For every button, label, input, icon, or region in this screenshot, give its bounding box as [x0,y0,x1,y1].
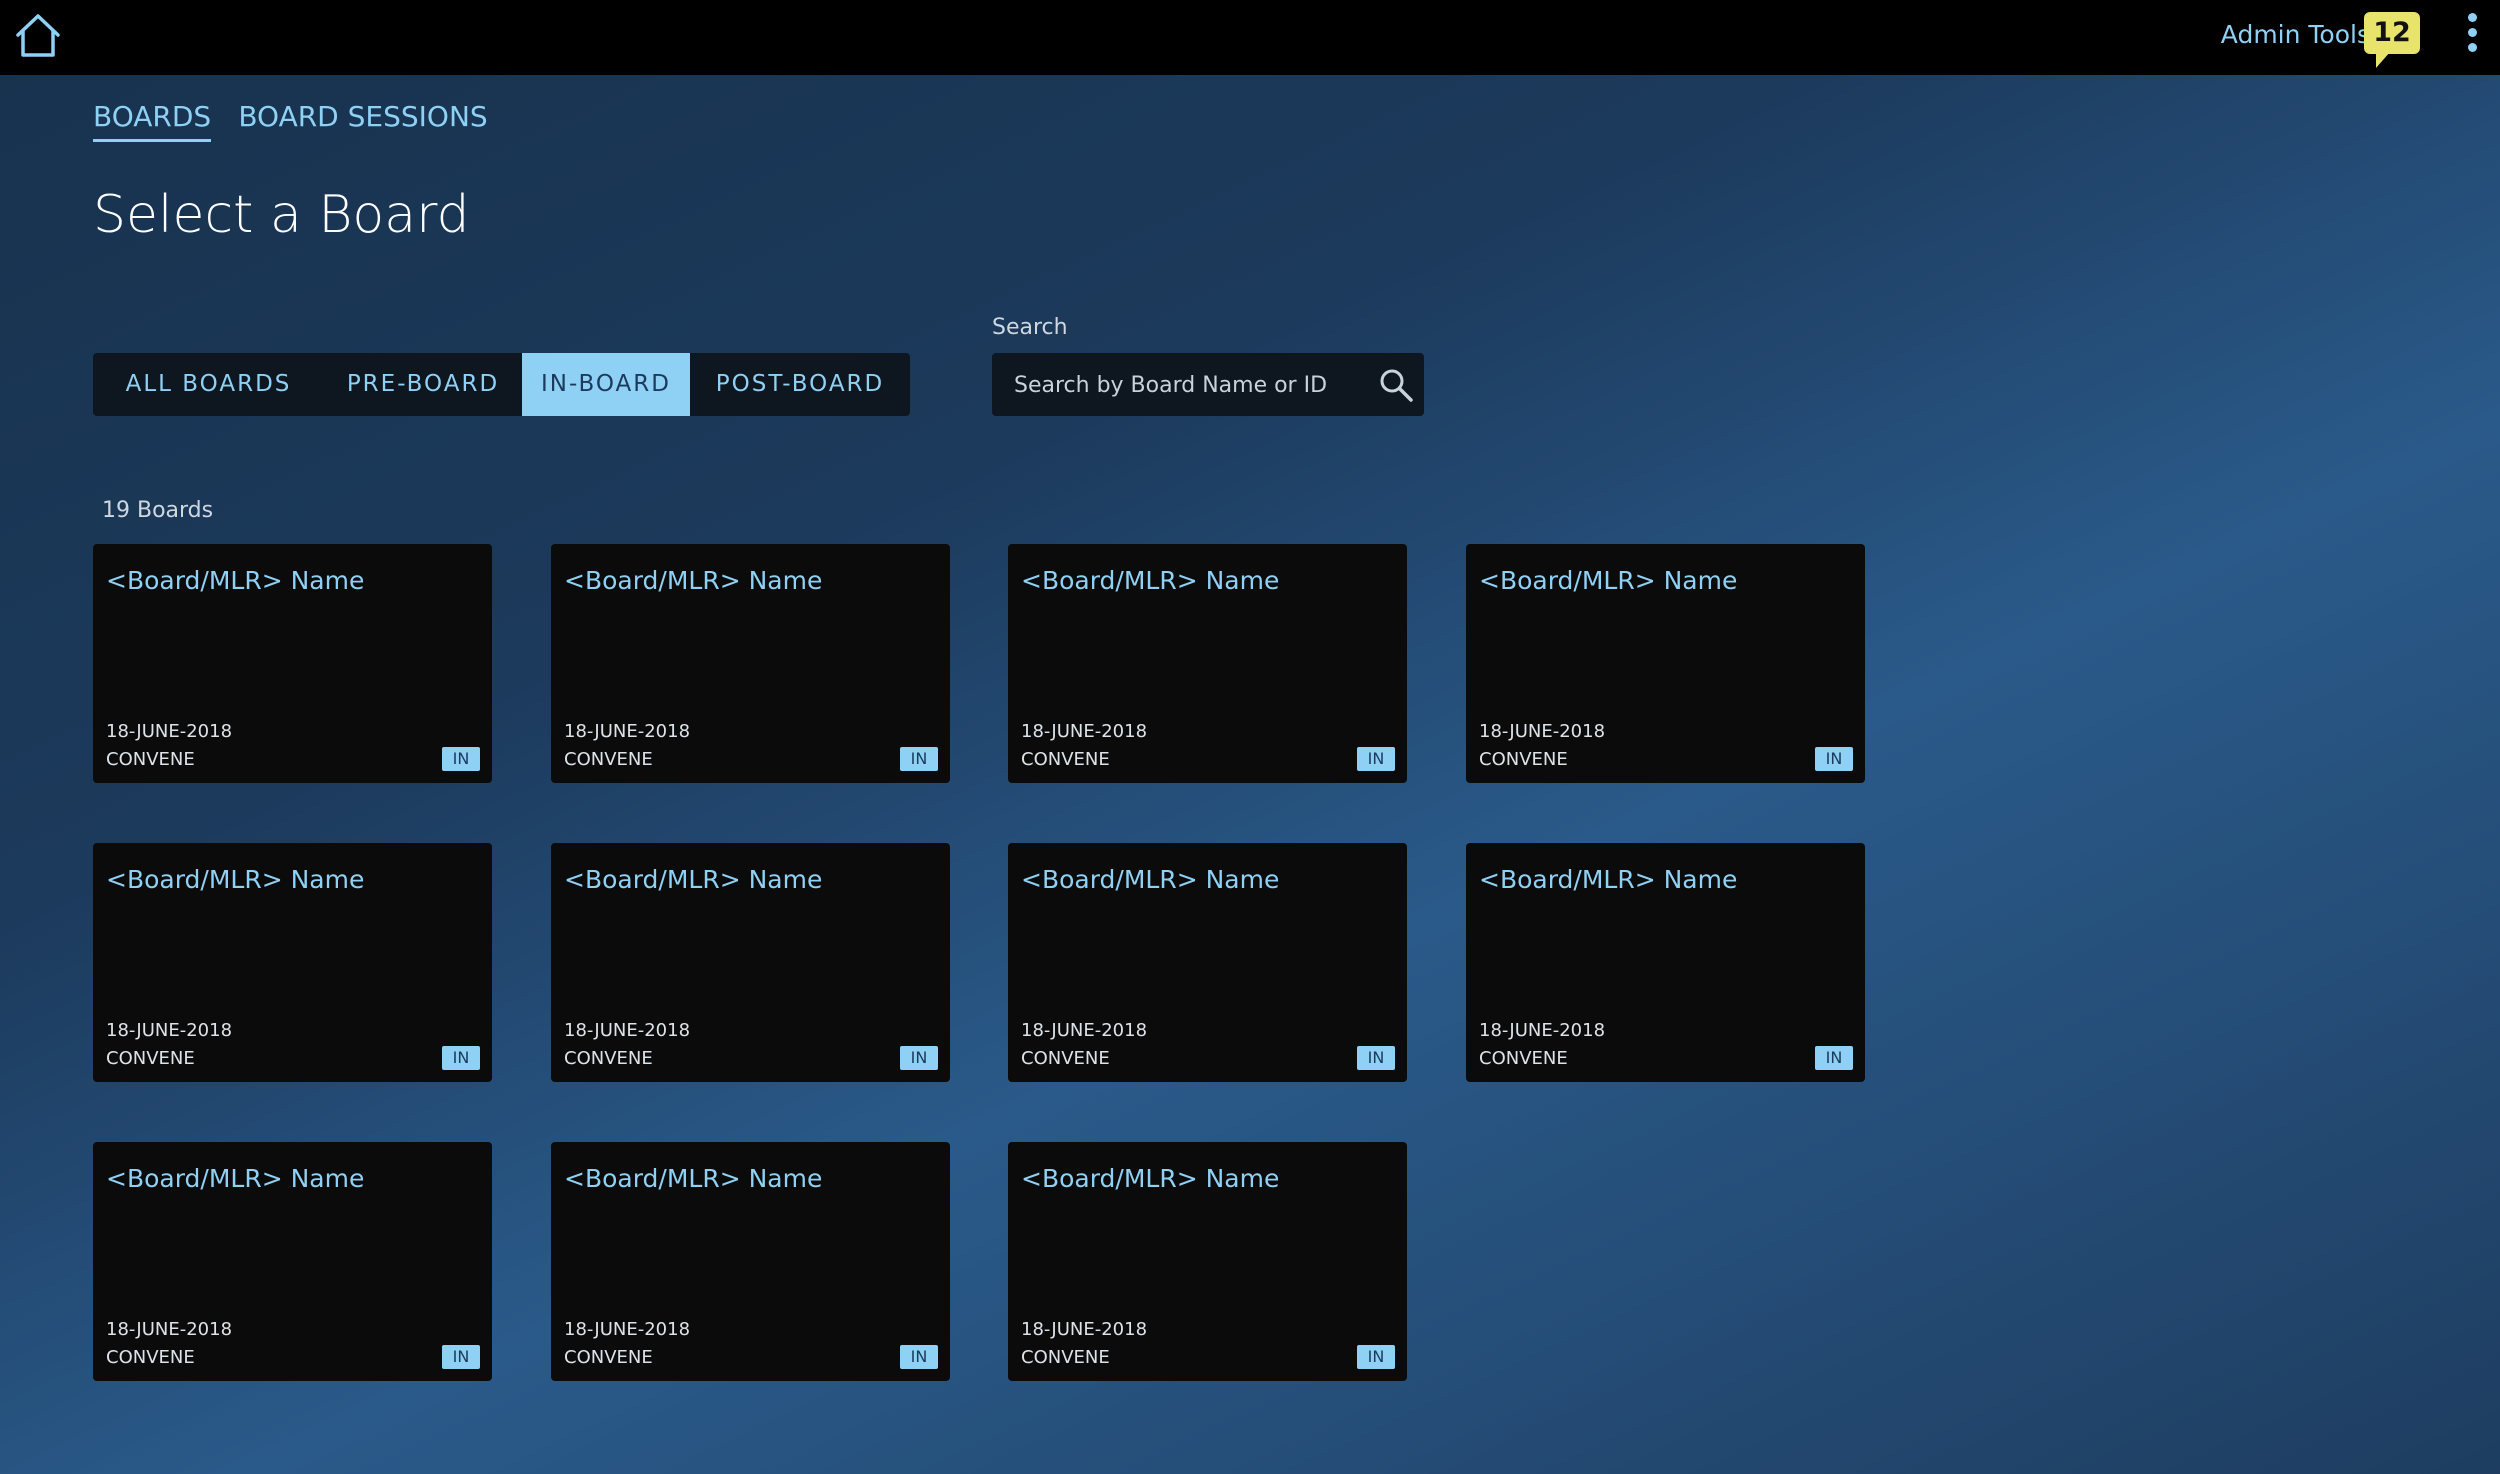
board-card[interactable]: <Board/MLR> Name 18-JUNE-2018 CONVENE IN [1466,544,1865,783]
board-organization: CONVENE [106,1347,195,1368]
status-badge: IN [900,747,938,771]
board-date: 18-JUNE-2018 [1021,1020,1148,1041]
search-icon[interactable] [1378,367,1414,403]
status-badge: IN [1357,1046,1395,1070]
board-organization: CONVENE [106,749,195,770]
filter-post-board[interactable]: POST-BOARD [690,353,910,416]
status-badge: IN [900,1345,938,1369]
top-bar: Admin Tools 12 [0,0,2500,75]
board-name: <Board/MLR> Name [106,1164,365,1193]
board-card[interactable]: <Board/MLR> Name 18-JUNE-2018 CONVENE IN [1008,1142,1407,1381]
board-organization: CONVENE [564,749,653,770]
board-name: <Board/MLR> Name [564,1164,823,1193]
status-badge: IN [442,1345,480,1369]
tab-boards[interactable]: BOARDS [93,100,212,142]
board-card[interactable]: <Board/MLR> Name 18-JUNE-2018 CONVENE IN [1466,843,1865,1082]
home-icon[interactable] [14,13,62,59]
board-card[interactable]: <Board/MLR> Name 18-JUNE-2018 CONVENE IN [1008,544,1407,783]
status-badge: IN [442,747,480,771]
more-menu-icon[interactable] [2460,10,2484,62]
status-badge: IN [1357,1345,1395,1369]
board-organization: CONVENE [564,1048,653,1069]
board-card[interactable]: <Board/MLR> Name 18-JUNE-2018 CONVENE IN [551,544,950,783]
board-name: <Board/MLR> Name [1021,566,1280,595]
board-date: 18-JUNE-2018 [106,1020,233,1041]
board-card[interactable]: <Board/MLR> Name 18-JUNE-2018 CONVENE IN [551,1142,950,1381]
board-count: 19 Boards [102,498,214,523]
status-badge: IN [1357,747,1395,771]
board-card[interactable]: <Board/MLR> Name 18-JUNE-2018 CONVENE IN [551,843,950,1082]
board-date: 18-JUNE-2018 [1479,1020,1606,1041]
board-date: 18-JUNE-2018 [1021,721,1148,742]
board-date: 18-JUNE-2018 [564,1020,691,1041]
board-card[interactable]: <Board/MLR> Name 18-JUNE-2018 CONVENE IN [93,843,492,1082]
tab-board-sessions[interactable]: BOARD SESSIONS [238,100,487,139]
board-organization: CONVENE [1021,749,1110,770]
board-date: 18-JUNE-2018 [1021,1319,1148,1340]
board-filter-group: ALL BOARDS PRE-BOARD IN-BOARD POST-BOARD [93,353,910,416]
page-title: Select a Board [93,185,470,245]
board-date: 18-JUNE-2018 [106,721,233,742]
board-date: 18-JUNE-2018 [1479,721,1606,742]
status-badge: IN [1815,747,1853,771]
board-card[interactable]: <Board/MLR> Name 18-JUNE-2018 CONVENE IN [93,1142,492,1381]
filter-all-boards[interactable]: ALL BOARDS [93,353,324,416]
board-organization: CONVENE [564,1347,653,1368]
status-badge: IN [1815,1046,1853,1070]
board-date: 18-JUNE-2018 [564,1319,691,1340]
board-organization: CONVENE [1479,749,1568,770]
board-name: <Board/MLR> Name [1479,865,1738,894]
main-tabs: BOARDS BOARD SESSIONS [93,100,510,142]
board-name: <Board/MLR> Name [106,566,365,595]
board-name: <Board/MLR> Name [564,566,823,595]
board-name: <Board/MLR> Name [1021,865,1280,894]
filter-in-board[interactable]: IN-BOARD [522,353,690,416]
board-date: 18-JUNE-2018 [106,1319,233,1340]
board-name: <Board/MLR> Name [564,865,823,894]
admin-tools-link[interactable]: Admin Tools [2221,20,2370,49]
board-name: <Board/MLR> Name [1479,566,1738,595]
board-organization: CONVENE [106,1048,195,1069]
board-organization: CONVENE [1479,1048,1568,1069]
board-organization: CONVENE [1021,1347,1110,1368]
filter-pre-board[interactable]: PRE-BOARD [324,353,522,416]
board-name: <Board/MLR> Name [1021,1164,1280,1193]
board-card[interactable]: <Board/MLR> Name 18-JUNE-2018 CONVENE IN [1008,843,1407,1082]
notification-badge[interactable]: 12 [2364,12,2420,68]
status-badge: IN [442,1046,480,1070]
search-label: Search [992,315,1068,340]
search-input[interactable] [1012,353,1356,418]
board-organization: CONVENE [1021,1048,1110,1069]
board-date: 18-JUNE-2018 [564,721,691,742]
board-name: <Board/MLR> Name [106,865,365,894]
status-badge: IN [900,1046,938,1070]
board-card[interactable]: <Board/MLR> Name 18-JUNE-2018 CONVENE IN [93,544,492,783]
search-box [992,353,1424,418]
